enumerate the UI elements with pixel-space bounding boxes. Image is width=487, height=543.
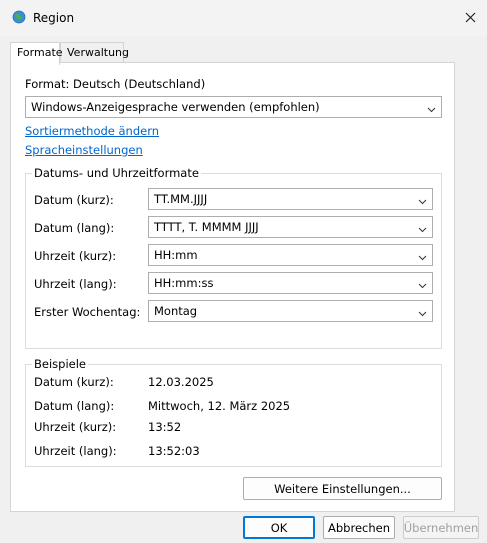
example-time-long-label: Uhrzeit (lang): <box>34 444 117 458</box>
language-settings-link[interactable]: Spracheinstellungen <box>25 143 143 157</box>
chevron-down-icon <box>418 195 427 205</box>
tab-verwaltung[interactable]: Verwaltung <box>60 42 129 64</box>
time-long-label: Uhrzeit (lang): <box>34 277 117 291</box>
chevron-down-icon <box>418 251 427 261</box>
date-long-select[interactable]: TTTT, T. MMMM JJJJ <box>148 216 433 238</box>
formats-group-title: Datums- und Uhrzeitformate <box>32 166 201 180</box>
cancel-button[interactable]: Abbrechen <box>323 516 395 539</box>
example-time-short-label: Uhrzeit (kurz): <box>34 420 117 434</box>
time-short-value: HH:mm <box>154 248 198 262</box>
format-heading: Format: Deutsch (Deutschland) <box>25 77 206 91</box>
ok-button[interactable]: OK <box>243 516 315 539</box>
date-short-label: Datum (kurz): <box>34 193 114 207</box>
date-long-value: TTTT, T. MMMM JJJJ <box>154 220 259 234</box>
chevron-down-icon <box>418 223 427 233</box>
globe-region-icon <box>12 10 26 24</box>
example-date-short-value: 12.03.2025 <box>148 375 214 389</box>
formate-panel: Format: Deutsch (Deutschland) Windows-An… <box>10 62 455 512</box>
date-long-label: Datum (lang): <box>34 221 115 235</box>
first-weekday-label: Erster Wochentag: <box>34 305 141 319</box>
time-long-select[interactable]: HH:mm:ss <box>148 272 433 294</box>
tab-formate[interactable]: Formate <box>10 42 63 65</box>
example-date-short-label: Datum (kurz): <box>34 375 114 389</box>
example-time-long-value: 13:52:03 <box>148 444 200 458</box>
chevron-down-icon <box>418 307 427 317</box>
format-select-value: Windows-Anzeigesprache verwenden (empfoh… <box>31 100 320 114</box>
title-bar: Region <box>0 0 487 36</box>
format-select[interactable]: Windows-Anzeigesprache verwenden (empfoh… <box>25 96 442 118</box>
chevron-down-icon <box>418 279 427 289</box>
first-weekday-value: Montag <box>154 304 198 318</box>
date-short-value: TT.MM.JJJJ <box>154 192 208 206</box>
region-dialog: Region Formate Verwaltung Format: Deutsc… <box>0 0 487 543</box>
time-short-label: Uhrzeit (kurz): <box>34 249 117 263</box>
example-date-long-value: Mittwoch, 12. März 2025 <box>148 399 291 413</box>
time-long-value: HH:mm:ss <box>154 276 214 290</box>
examples-group-title: Beispiele <box>32 357 88 371</box>
close-icon <box>465 9 476 27</box>
sort-method-link[interactable]: Sortiermethode ändern <box>25 124 159 138</box>
date-short-select[interactable]: TT.MM.JJJJ <box>148 188 433 210</box>
more-settings-button[interactable]: Weitere Einstellungen... <box>243 477 442 500</box>
window-title: Region <box>33 11 75 25</box>
example-time-short-value: 13:52 <box>148 420 182 434</box>
time-short-select[interactable]: HH:mm <box>148 244 433 266</box>
example-date-long-label: Datum (lang): <box>34 399 115 413</box>
first-weekday-select[interactable]: Montag <box>148 300 433 322</box>
chevron-down-icon <box>427 103 436 113</box>
apply-button[interactable]: Übernehmen <box>403 516 479 539</box>
close-button[interactable] <box>455 4 485 32</box>
